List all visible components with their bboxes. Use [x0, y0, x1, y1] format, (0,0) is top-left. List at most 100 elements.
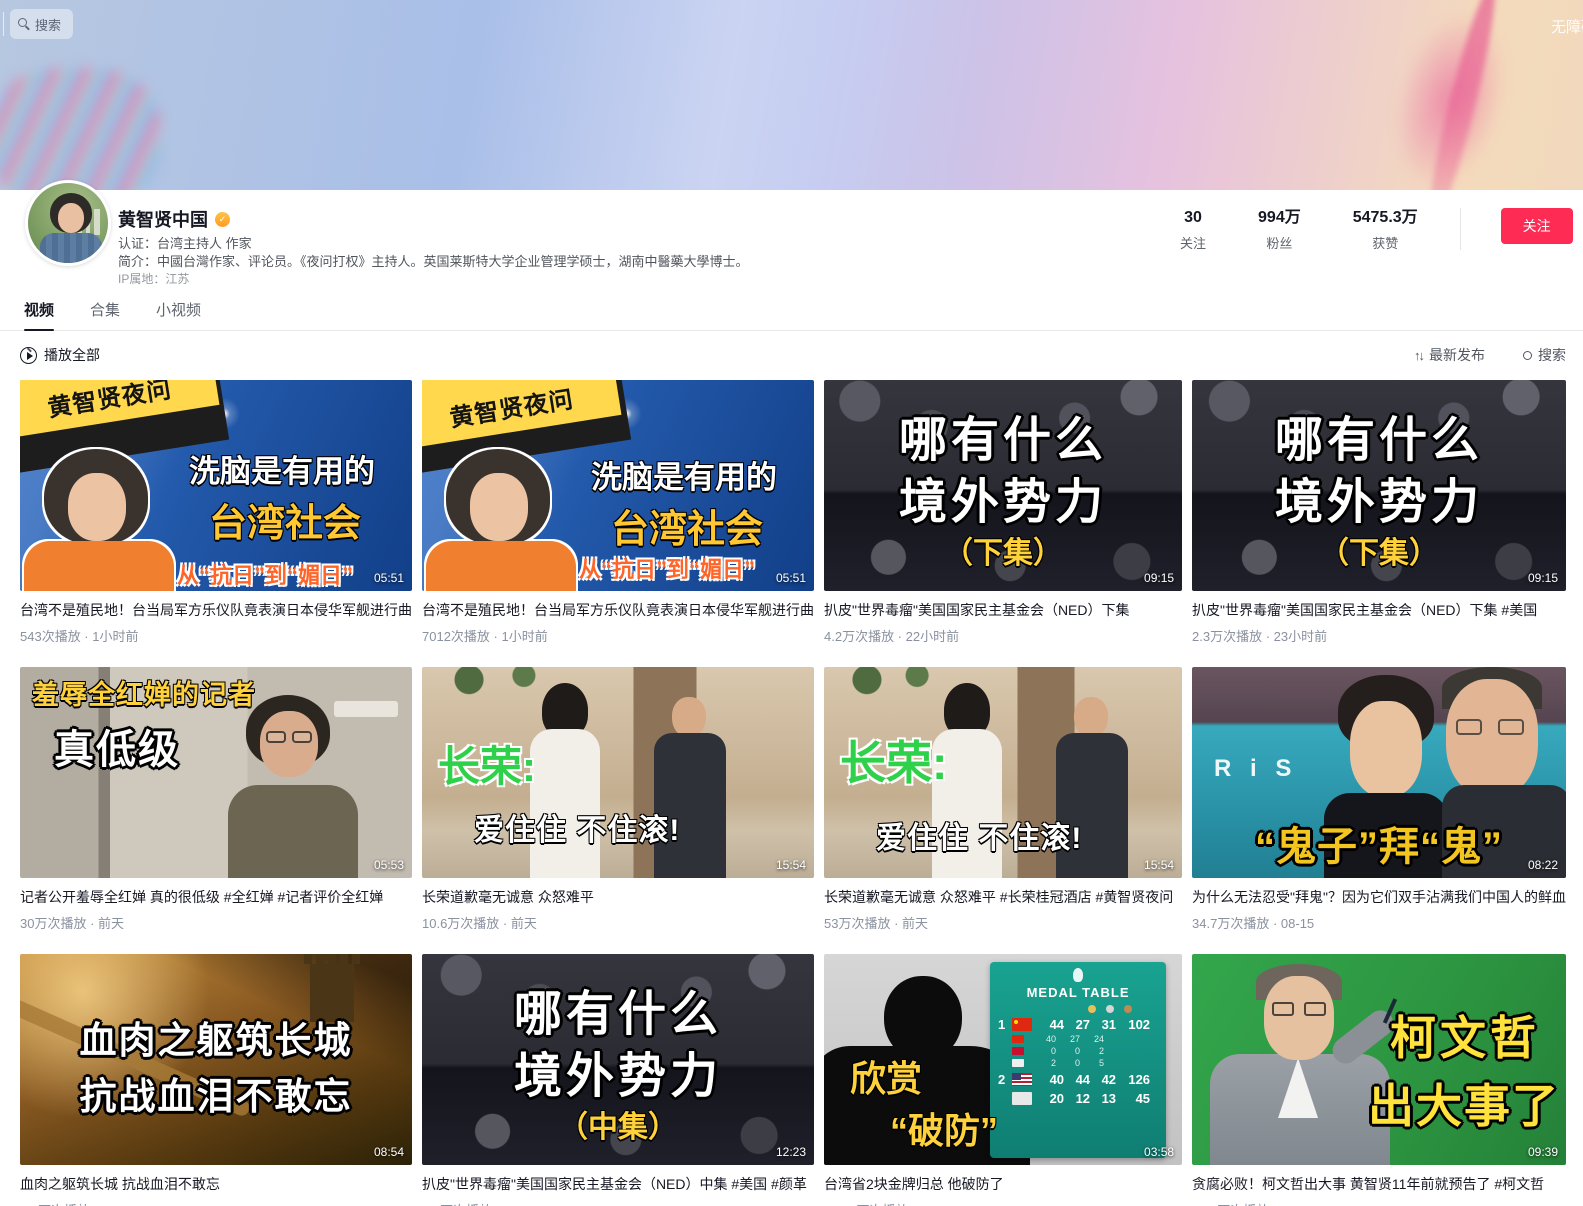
total-count: 126 [1116, 1072, 1150, 1087]
ip-location-line: IP属地：江苏 [118, 270, 189, 287]
medal-row: 2 40 44 42 126 [998, 1072, 1158, 1087]
medal-sub-row: 0 0 2 [998, 1046, 1158, 1056]
profile-name: 黄智贤中国 [118, 206, 208, 232]
medal-sub-row: 40 27 24 [998, 1034, 1158, 1044]
ip-value: 江苏 [165, 272, 189, 286]
thumb-text: 境外势力 [824, 462, 1182, 532]
thumb-text: 哪有什么 [422, 974, 814, 1044]
video-duration: 05:53 [374, 858, 404, 872]
reporter-figure [260, 711, 318, 777]
video-title: 贪腐必败！柯文哲出大事 黄智贤11年前就预告了 #柯文哲 [1192, 1174, 1566, 1194]
video-card[interactable]: 哪有什么 境外势力 （下集） 09:15 扒皮"世界毒瘤"美国国家民主基金会（N… [824, 380, 1182, 645]
video-toolbar: 播放全部 ↑↓ 最新发布 搜索 [20, 340, 1566, 370]
man-figure [1264, 976, 1334, 1060]
thumb-text: 爱住住 不住滚! [474, 805, 680, 849]
video-thumbnail: 羞辱全红婵的记者 真低级 05:53 [20, 667, 412, 878]
gold-count: 40 [1038, 1072, 1064, 1087]
followers-label: 粉丝 [1258, 233, 1301, 252]
video-stats: 543次播放 · 1小时前 [20, 626, 412, 645]
bronze-count: 31 [1090, 1017, 1116, 1032]
video-card[interactable]: 哪有什么 境外势力 （中集） 12:23 扒皮"世界毒瘤"美国国家民主基金会（N… [422, 954, 814, 1206]
bronze-count: 42 [1090, 1072, 1116, 1087]
thumb-text: （下集） [824, 528, 1182, 572]
glasses-icon [292, 731, 312, 743]
following-label: 关注 [1180, 233, 1206, 252]
glasses-icon [1498, 719, 1524, 735]
bio-label: 简介： [118, 254, 157, 269]
tab-collections[interactable]: 合集 [86, 297, 124, 330]
video-card[interactable]: 柯文哲 出大事了 09:39 贪腐必败！柯文哲出大事 黄智贤11年前就预告了 #… [1192, 954, 1566, 1206]
thumb-text: 从“抗日”到“媚日” [532, 552, 802, 584]
video-card[interactable]: 长荣: 爱住住 不住滚! 15:54 长荣道歉毫无诚意 众怒难平 #长荣桂冠酒店… [824, 667, 1182, 932]
follow-button[interactable]: 关注 [1501, 208, 1573, 244]
bio-line: 简介：中國台灣作家、评论员。《夜问打权》主持人。英国莱斯特大学企业管理学硕士，湖… [118, 251, 749, 270]
verification-label: 认证： [118, 236, 157, 251]
stat-following[interactable]: 30 关注 [1180, 208, 1206, 252]
content-tabs: 视频 合集 小视频 [0, 297, 1583, 331]
sort-arrows-icon: ↑↓ [1414, 348, 1423, 363]
glasses-icon [1304, 1002, 1326, 1016]
stat-followers[interactable]: 994万 粉丝 [1258, 208, 1301, 252]
hongkong-flag-icon [1012, 1047, 1024, 1055]
thumb-text: 长荣: [438, 733, 536, 794]
toolbar-right: ↑↓ 最新发布 搜索 [1414, 345, 1566, 365]
video-stats: 8.4万次播放 · 08-14 [422, 1200, 814, 1206]
flag-icon [1012, 1092, 1032, 1105]
play-all-button[interactable]: 播放全部 [20, 345, 100, 365]
medal-table-panel: MEDAL TABLE 1 44 27 31 102 40 27 2 [990, 962, 1166, 1158]
profile-stats: 30 关注 994万 粉丝 5475.3万 获赞 关注 [1180, 208, 1573, 252]
video-duration: 09:15 [1528, 571, 1558, 585]
thumb-text: 血肉之躯筑长城 [20, 1010, 412, 1064]
top-search-box[interactable]: 搜索 [10, 9, 73, 39]
glasses-icon [266, 731, 286, 743]
thumb-decoration [334, 701, 398, 717]
avatar[interactable] [25, 180, 111, 266]
video-card[interactable]: 长荣: 爱住住 不住滚! 15:54 长荣道歉毫无诚意 众怒难平 10.6万次播… [422, 667, 814, 932]
bio-value: 中國台灣作家、评论员。《夜问打权》主持人。英国莱斯特大学企业管理学硕士，湖南中醫… [157, 254, 749, 269]
play-all-label: 播放全部 [44, 345, 100, 365]
video-search-button[interactable]: 搜索 [1523, 345, 1566, 365]
video-title: 扒皮"世界毒瘤"美国国家民主基金会（NED）下集 #美国 [1192, 600, 1566, 620]
athlete-figure [1350, 701, 1422, 797]
followers-count: 994万 [1258, 208, 1301, 228]
video-thumbnail: 血肉之躯筑长城 抗战血泪不敢忘 08:54 [20, 954, 412, 1165]
accessibility-link[interactable]: 无障碍 [1551, 16, 1583, 37]
video-stats: 2.3万次播放 · 23小时前 [1192, 626, 1566, 645]
video-card[interactable]: MEDAL TABLE 1 44 27 31 102 40 27 2 [824, 954, 1182, 1206]
video-stats: 34.7万次播放 · 08-15 [1192, 913, 1566, 932]
gold-count: 0 [1032, 1046, 1056, 1056]
tab-videos[interactable]: 视频 [20, 297, 58, 330]
verification-value: 台湾主持人 作家 [157, 236, 252, 251]
bronze-medal-icon [1124, 1005, 1132, 1013]
rank: 1 [998, 1017, 1012, 1032]
video-duration: 05:51 [374, 571, 404, 585]
medal-row: 1 44 27 31 102 [998, 1017, 1158, 1032]
stat-likes[interactable]: 5475.3万 获赞 [1353, 208, 1418, 252]
video-title: 台湾不是殖民地！台当局军方乐仪队竟表演日本侵华军舰进行曲 [20, 600, 412, 620]
video-duration: 15:54 [776, 858, 806, 872]
video-duration: 08:54 [374, 1145, 404, 1159]
thumb-text: （下集） [1192, 528, 1566, 572]
silver-count: 27 [1064, 1017, 1090, 1032]
bronze-count: 13 [1090, 1091, 1116, 1106]
china-flag-icon [1012, 1018, 1032, 1031]
reporter-figure [228, 785, 358, 878]
sort-latest-button[interactable]: ↑↓ 最新发布 [1414, 345, 1485, 365]
thumb-text: 洗脑是有用的 [172, 446, 392, 491]
video-duration: 08:22 [1528, 858, 1558, 872]
video-card[interactable]: 哪有什么 境外势力 （下集） 09:15 扒皮"世界毒瘤"美国国家民主基金会（N… [1192, 380, 1566, 645]
thumb-text: 境外势力 [1192, 462, 1566, 532]
tab-short-videos[interactable]: 小视频 [152, 297, 205, 330]
video-card[interactable]: R i S “鬼子”拜“鬼” 08:22 为什么无法忍受"拜鬼"？因为它们双手沾… [1192, 667, 1566, 932]
video-card[interactable]: 羞辱全红婵的记者 真低级 05:53 记者公开羞辱全红婵 真的很低级 #全红婵 … [20, 667, 412, 932]
video-title: 长荣道歉毫无诚意 众怒难平 [422, 887, 814, 907]
medal-table-title: MEDAL TABLE [998, 985, 1158, 1000]
video-card[interactable]: 黄智贤夜问 洗脑是有用的 台湾社会 从“抗日”到“媚日” 05:51 台湾不是殖… [20, 380, 412, 645]
sort-label: 最新发布 [1429, 345, 1485, 365]
video-card[interactable]: 血肉之躯筑长城 抗战血泪不敢忘 08:54 血肉之躯筑长城 抗战血泪不敢忘 8.… [20, 954, 412, 1206]
arena-signage-text: R i S [1214, 755, 1297, 783]
thumb-text: “鬼子”拜“鬼” [1192, 814, 1566, 872]
politician-figure [1446, 679, 1538, 797]
gold-count: 20 [1038, 1091, 1064, 1106]
video-card[interactable]: 黄智贤夜问 洗脑是有用的 台湾社会 从“抗日”到“媚日” 05:51 台湾不是殖… [422, 380, 814, 645]
